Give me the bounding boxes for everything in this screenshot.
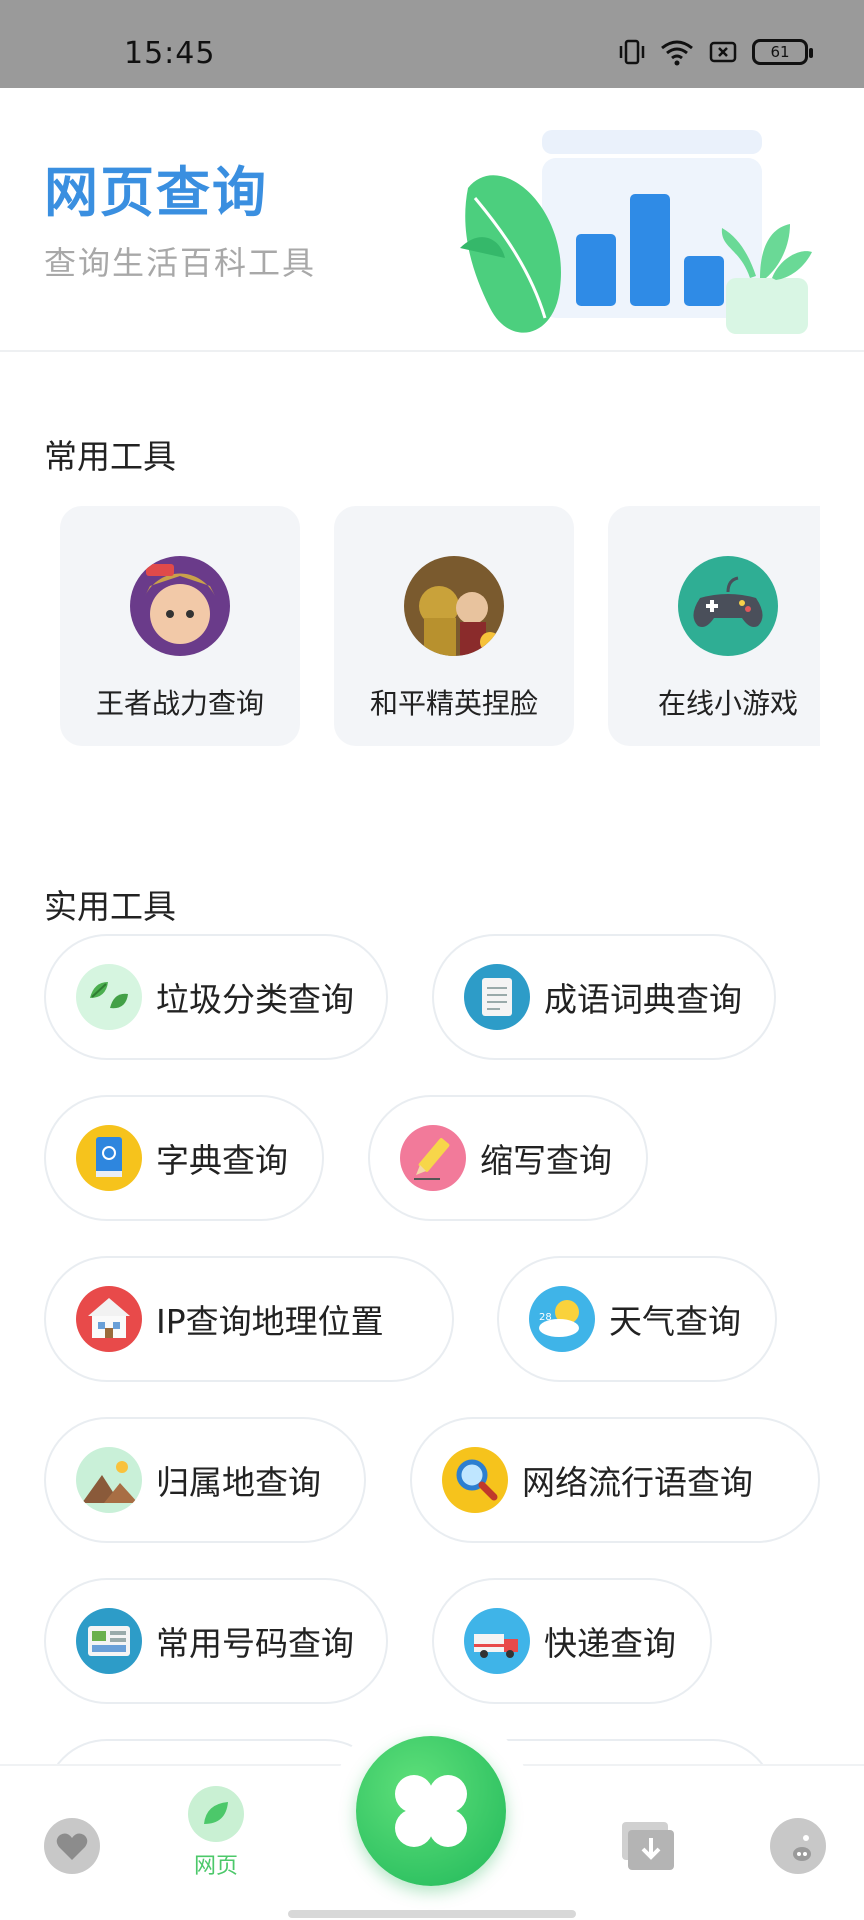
battery-indicator: 61 [752,39,813,65]
pig-avatar-icon [770,1818,826,1874]
tool-label: 缩写查询 [480,1141,612,1180]
tool-abbreviation[interactable]: 缩写查询 [368,1095,648,1221]
tool-label: 归属地查询 [156,1463,321,1502]
common-tools-carousel[interactable]: 王者战力查询 和平精英捏脸 在线小游戏 [60,506,820,746]
card-label: 和平精英捏脸 [369,687,538,720]
nav-favorites[interactable] [40,1816,104,1880]
tool-internet-slang[interactable]: 网络流行语查询 [410,1417,820,1543]
pencil-icon [400,1125,466,1191]
center-menu-button[interactable] [356,1736,506,1886]
home-indicator[interactable] [288,1910,576,1918]
tool-label: 成语词典查询 [544,980,742,1019]
card-label: 王者战力查询 [95,687,264,720]
heart-icon [44,1818,100,1874]
nav-downloads[interactable] [616,1816,680,1880]
clover-icon [395,1775,467,1847]
house-icon [76,1286,142,1352]
book-icon [76,1125,142,1191]
tool-attribution[interactable]: 归属地查询 [44,1417,366,1543]
mountain-icon [76,1447,142,1513]
card-mini-games[interactable]: 在线小游戏 [608,506,820,746]
tool-label: 垃圾分类查询 [156,980,354,1019]
tool-dictionary[interactable]: 字典查询 [44,1095,324,1221]
tool-garbage-sorting[interactable]: 垃圾分类查询 [44,934,388,1060]
page-title: 网页查询 [44,161,268,224]
tool-label: 天气查询 [609,1302,741,1341]
hero-illustration [460,130,812,334]
section-title-practical: 实用工具 [44,887,176,926]
status-icons: 61 [618,38,813,66]
page-subtitle: 查询生活百科工具 [44,244,317,282]
truck-icon [464,1608,530,1674]
svg-text:28: 28 [539,1312,552,1323]
page-header: 网页查询 查询生活百科工具 [0,88,864,352]
tool-common-numbers[interactable]: 常用号码查询 [44,1578,388,1704]
game-avatar-icon [130,556,230,656]
notebook-icon [464,964,530,1030]
tool-label: 常用号码查询 [156,1624,354,1663]
leaf-icon [76,964,142,1030]
tool-idiom-dictionary[interactable]: 成语词典查询 [432,934,776,1060]
nav-profile[interactable] [766,1816,830,1880]
soldier-avatar-icon [404,556,504,656]
wifi-icon [661,40,693,66]
tool-weather[interactable]: 28 天气查询 [497,1256,777,1382]
phonebook-icon [76,1608,142,1674]
tool-ip-location[interactable]: IP查询地理位置 [44,1256,454,1382]
card-label: 在线小游戏 [657,687,798,720]
tool-label: 字典查询 [156,1141,288,1180]
magnifier-icon [442,1447,508,1513]
nav-label-web: 网页 [193,1854,238,1879]
card-wangzhe[interactable]: 王者战力查询 [60,506,300,746]
tool-express[interactable]: 快递查询 [432,1578,712,1704]
status-bar: 15:45 61 [0,0,864,88]
section-title-common: 常用工具 [44,437,176,476]
tool-label: 网络流行语查询 [522,1463,753,1502]
vibrate-icon [619,39,645,65]
download-box-icon [622,1822,674,1870]
leaf-nav-icon [188,1786,244,1842]
status-time: 15:45 [124,36,216,71]
no-sim-icon [709,41,737,63]
gamepad-icon [678,556,778,656]
card-peace-elite[interactable]: 和平精英捏脸 [334,506,574,746]
tool-label: IP查询地理位置 [156,1302,384,1341]
weather-icon: 28 [529,1286,595,1352]
tool-label: 快递查询 [544,1624,676,1663]
nav-web[interactable]: 网页 [176,1784,256,1880]
